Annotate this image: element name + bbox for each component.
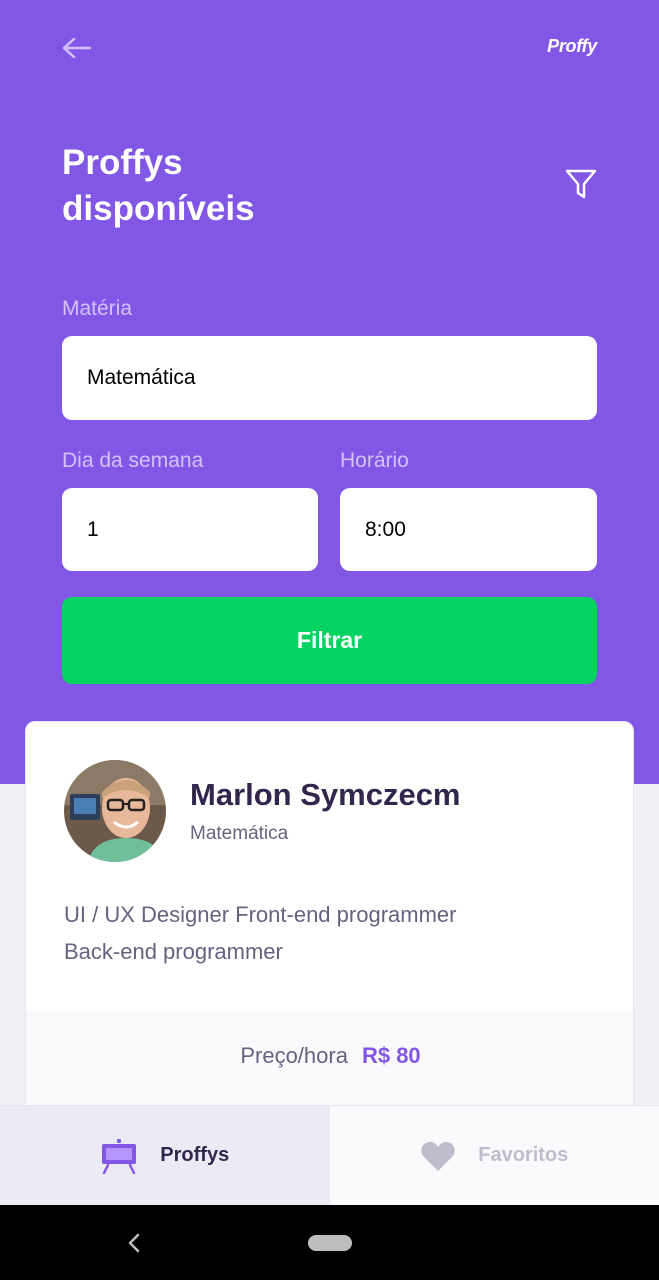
system-home-button[interactable]	[308, 1235, 352, 1251]
price-value: R$ 80	[361, 1043, 421, 1068]
subject-label: Matéria	[62, 297, 133, 320]
tab-proffys[interactable]: Proffys	[0, 1106, 330, 1205]
back-arrow-icon[interactable]	[60, 34, 94, 62]
tab-favoritos[interactable]: Favoritos	[329, 1106, 659, 1205]
system-navigation-bar	[0, 1205, 659, 1280]
page-title: Proffys disponíveis	[62, 143, 255, 228]
teacher-bio-line: Back-end programmer	[64, 939, 283, 964]
teacher-subject: Matemática	[190, 823, 289, 844]
price-row: Preço/hora R$ 80	[26, 1043, 633, 1069]
tab-favoritos-label: Favoritos	[478, 1144, 569, 1166]
week-day-label: Dia da semana	[62, 449, 204, 472]
teacher-bio: UI / UX Designer Front-end programmer Ba…	[64, 896, 584, 970]
teacher-card: Marlon Symczecm Matemática UI / UX Desig…	[25, 721, 634, 1141]
bottom-tab-bar: Proffys Favoritos	[0, 1105, 659, 1205]
filter-submit-button[interactable]: Filtrar	[62, 597, 597, 684]
teacher-name: Marlon Symczecm	[190, 777, 461, 812]
teacher-avatar	[64, 760, 166, 862]
filter-icon[interactable]	[562, 166, 600, 202]
brand-logo: Proffy	[547, 36, 597, 56]
week-day-input[interactable]: 1	[62, 488, 318, 571]
easel-icon	[102, 1138, 137, 1174]
time-input[interactable]: 8:00	[340, 488, 597, 571]
heart-icon	[421, 1141, 455, 1171]
time-label: Horário	[340, 449, 409, 472]
subject-input[interactable]: Matemática	[62, 336, 597, 420]
system-back-icon[interactable]	[124, 1229, 144, 1257]
teacher-bio-line: UI / UX Designer Front-end programmer	[64, 902, 457, 927]
page-header: Proffy Proffys disponíveis Matéria Matem…	[0, 0, 659, 784]
price-label: Preço/hora	[240, 1043, 348, 1068]
tab-proffys-label: Proffys	[160, 1144, 230, 1166]
